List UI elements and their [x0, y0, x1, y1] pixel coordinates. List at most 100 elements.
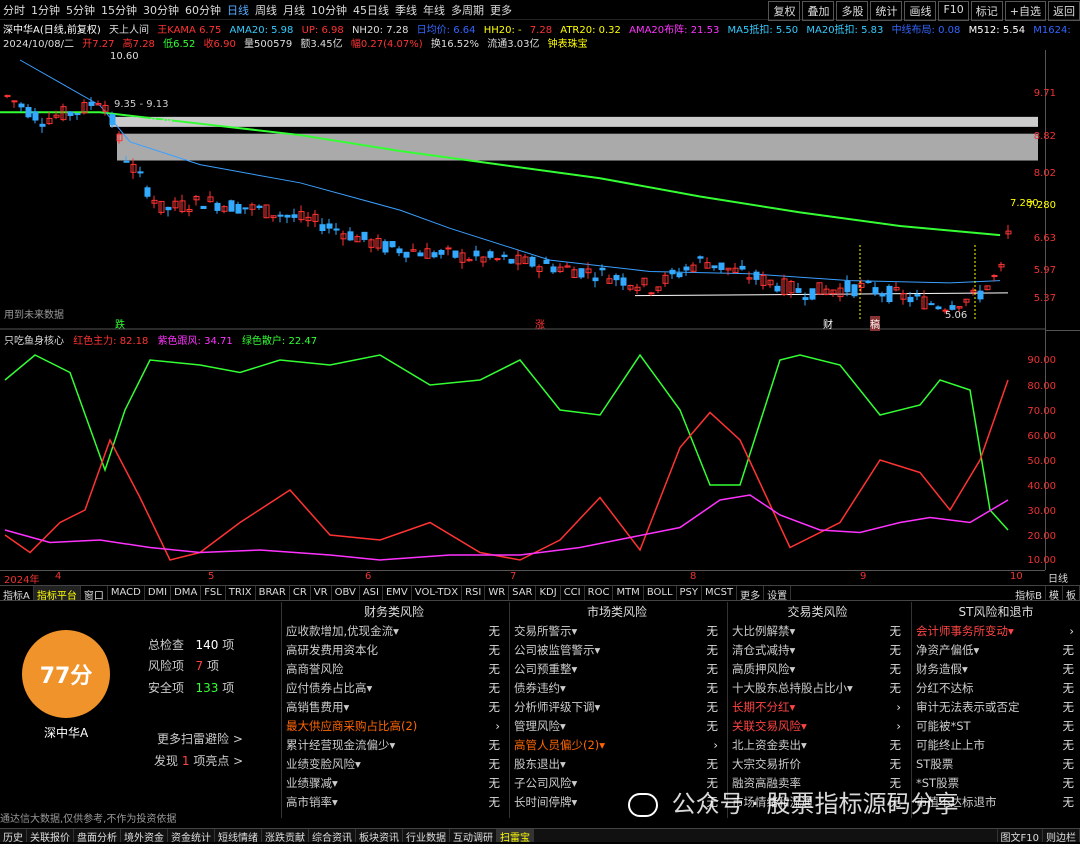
- more-scan-link[interactable]: 更多扫雷避险 >: [157, 730, 243, 747]
- indicator-tab[interactable]: MACD: [108, 586, 145, 600]
- risk-item[interactable]: ST股票 无: [912, 755, 1080, 774]
- risk-item[interactable]: 业绩骤减▾ 无: [282, 774, 506, 793]
- risk-item[interactable]: 公司被监管警示▾ 无: [510, 641, 724, 660]
- indicator-tab[interactable]: MTM: [613, 586, 644, 600]
- risk-item[interactable]: 公司预重整▾ 无: [510, 660, 724, 679]
- risk-item[interactable]: 高商誉风险 无: [282, 660, 506, 679]
- indicator-tab[interactable]: 指标平台: [33, 586, 81, 602]
- status-tab[interactable]: 历史: [0, 829, 27, 844]
- tool-button[interactable]: +自选: [1004, 1, 1046, 21]
- status-tab[interactable]: 关联报价: [27, 829, 74, 844]
- period-tab[interactable]: 1分钟: [28, 0, 63, 20]
- risk-item[interactable]: 分析师评级下调▾ 无: [510, 698, 724, 717]
- highlight-link[interactable]: 发现 1 项亮点 >: [154, 752, 243, 769]
- indicator-tab[interactable]: ROC: [585, 586, 614, 600]
- risk-item[interactable]: 交易所警示▾ 无: [510, 622, 724, 641]
- status-tab[interactable]: 资金统计: [168, 829, 215, 844]
- indicator-tab-right[interactable]: 模: [1046, 586, 1063, 602]
- status-tab-right[interactable]: 则边栏: [1043, 829, 1080, 844]
- period-tab[interactable]: 60分钟: [182, 0, 224, 20]
- tool-button[interactable]: 返回: [1048, 1, 1080, 21]
- period-tab[interactable]: 多周期: [448, 0, 487, 20]
- risk-item[interactable]: 大宗交易折价 无: [728, 755, 907, 774]
- status-tab[interactable]: 扫雷宝: [497, 829, 534, 844]
- tool-button[interactable]: 复权: [768, 1, 801, 21]
- risk-item[interactable]: 管理风险▾ 无: [510, 717, 724, 736]
- risk-item[interactable]: 长期不分红▾ ›: [728, 698, 907, 717]
- period-tab[interactable]: 5分钟: [63, 0, 98, 20]
- risk-item[interactable]: 股东退出▾ 无: [510, 755, 724, 774]
- indicator-tab[interactable]: 指标A: [0, 586, 34, 602]
- indicator-tab[interactable]: VOL-TDX: [412, 586, 463, 600]
- price-chart[interactable]: [0, 50, 1045, 330]
- indicator-tab[interactable]: OBV: [332, 586, 360, 600]
- indicator-tab[interactable]: FSL: [201, 586, 226, 600]
- period-tab[interactable]: 分时: [0, 0, 28, 20]
- risk-item[interactable]: 清仓式减持▾ 无: [728, 641, 907, 660]
- status-tab-right[interactable]: 图文F10: [998, 829, 1043, 844]
- risk-item[interactable]: 北上资金卖出▾ 无: [728, 736, 907, 755]
- indicator-tab[interactable]: MCST: [702, 586, 738, 600]
- risk-item[interactable]: 净资产偏低▾ 无: [912, 641, 1080, 660]
- risk-item[interactable]: 累计经营现金流偏少▾ 无: [282, 736, 506, 755]
- risk-item[interactable]: 应付债券占比高▾ 无: [282, 679, 506, 698]
- indicator-tab[interactable]: 更多: [737, 586, 765, 602]
- indicator-tab[interactable]: 设置: [764, 586, 792, 602]
- indicator-tab[interactable]: DMA: [171, 586, 202, 600]
- indicator-tab[interactable]: 窗口: [81, 586, 108, 602]
- period-tab[interactable]: 30分钟: [140, 0, 182, 20]
- indicator-tab[interactable]: CR: [290, 586, 311, 600]
- oscillator-chart[interactable]: [0, 345, 1045, 570]
- status-tab[interactable]: 短线情绪: [215, 829, 262, 844]
- tool-button[interactable]: 标记: [970, 1, 1003, 21]
- indicator-tab[interactable]: DMI: [145, 586, 172, 600]
- period-tab[interactable]: 季线: [392, 0, 420, 20]
- tool-button[interactable]: 统计: [870, 1, 903, 21]
- indicator-tab[interactable]: CCI: [561, 586, 585, 600]
- risk-item[interactable]: 会计师事务所变动▾ ›: [912, 622, 1080, 641]
- period-tab[interactable]: 月线: [280, 0, 308, 20]
- risk-item[interactable]: 审计无法表示或否定 无: [912, 698, 1080, 717]
- status-tab[interactable]: 互动调研: [450, 829, 497, 844]
- period-tab[interactable]: 15分钟: [98, 0, 140, 20]
- tool-button[interactable]: F10: [938, 1, 969, 21]
- risk-item[interactable]: 最大供应商采购占比高(2) ›: [282, 717, 506, 736]
- risk-item[interactable]: 高研发费用资本化 无: [282, 641, 506, 660]
- period-tab[interactable]: 年线: [420, 0, 448, 20]
- period-tab[interactable]: 更多: [487, 0, 515, 20]
- indicator-tab-right[interactable]: 指标B: [1012, 586, 1046, 602]
- risk-item[interactable]: 大比例解禁▾ 无: [728, 622, 907, 641]
- period-tab[interactable]: 45日线: [350, 0, 392, 20]
- risk-item[interactable]: 业绩变脸风险▾ 无: [282, 755, 506, 774]
- indicator-tab[interactable]: BRAR: [256, 586, 290, 600]
- tool-button[interactable]: 多股: [836, 1, 869, 21]
- indicator-tab[interactable]: EMV: [383, 586, 412, 600]
- indicator-tab[interactable]: BOLL: [644, 586, 677, 600]
- risk-item[interactable]: 关联交易风险▾ ›: [728, 717, 907, 736]
- status-tab[interactable]: 板块资讯: [356, 829, 403, 844]
- period-tab[interactable]: 10分钟: [308, 0, 350, 20]
- indicator-tab[interactable]: WR: [485, 586, 510, 600]
- indicator-tab[interactable]: KDJ: [536, 586, 561, 600]
- tool-button[interactable]: 叠加: [802, 1, 835, 21]
- indicator-tab[interactable]: RSI: [462, 586, 486, 600]
- risk-item[interactable]: 财务造假▾ 无: [912, 660, 1080, 679]
- indicator-tab-right[interactable]: 板: [1063, 586, 1080, 602]
- status-tab[interactable]: 境外资金: [121, 829, 168, 844]
- risk-item[interactable]: 可能终止上市 无: [912, 736, 1080, 755]
- period-tab[interactable]: 周线: [252, 0, 280, 20]
- risk-item[interactable]: 高销售费用▾ 无: [282, 698, 506, 717]
- indicator-tab[interactable]: VR: [311, 586, 332, 600]
- risk-item[interactable]: 十大股东总持股占比小▾ 无: [728, 679, 907, 698]
- indicator-tab[interactable]: TRIX: [226, 586, 256, 600]
- risk-item[interactable]: 高管人员偏少(2)▾ ›: [510, 736, 724, 755]
- status-tab[interactable]: 涨跌贡献: [262, 829, 309, 844]
- status-tab[interactable]: 综合资讯: [309, 829, 356, 844]
- risk-item[interactable]: 高市销率▾ 无: [282, 793, 506, 812]
- status-tab[interactable]: 行业数据: [403, 829, 450, 844]
- indicator-tab[interactable]: PSY: [677, 586, 703, 600]
- indicator-tab[interactable]: ASI: [360, 586, 383, 600]
- risk-item[interactable]: 债券违约▾ 无: [510, 679, 724, 698]
- tool-button[interactable]: 画线: [904, 1, 937, 21]
- period-tab-active[interactable]: 日线: [224, 0, 252, 20]
